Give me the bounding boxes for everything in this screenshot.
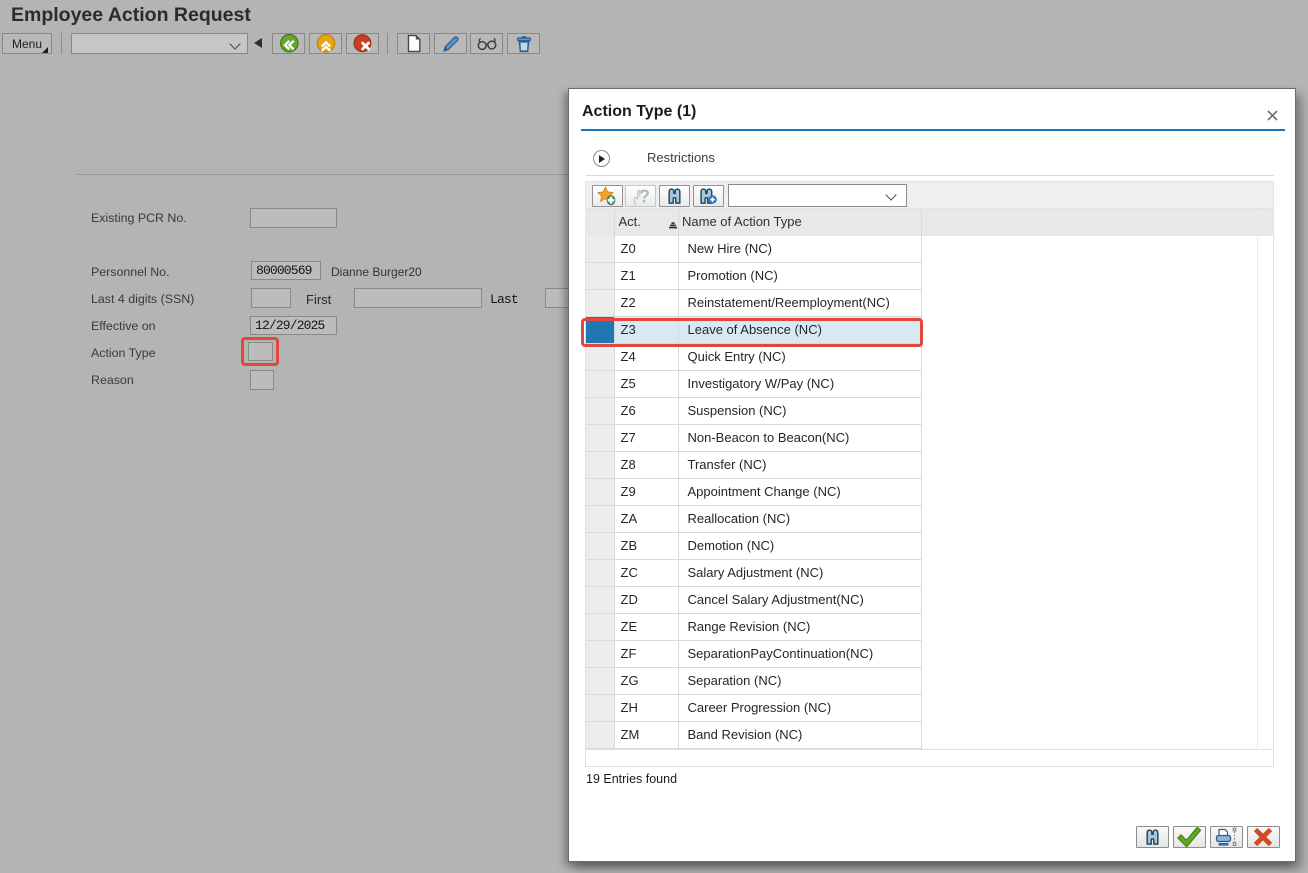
svg-text:?: ? — [639, 186, 650, 206]
